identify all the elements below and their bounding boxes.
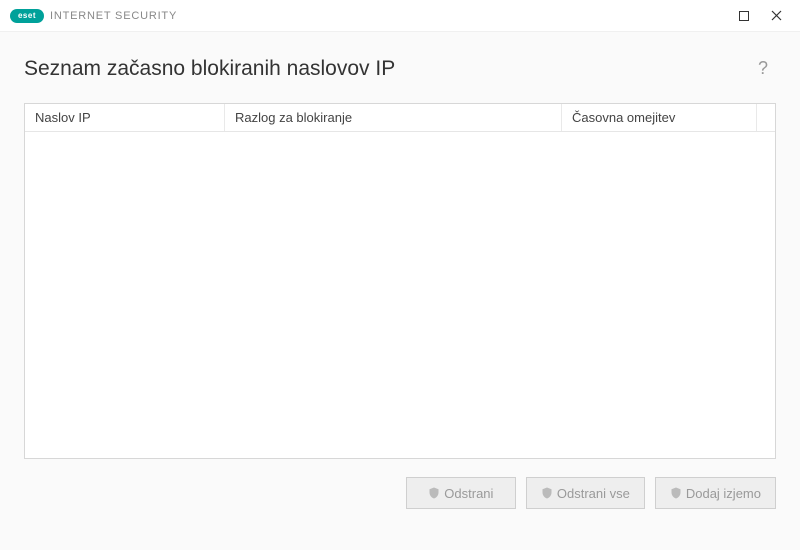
remove-all-button-label: Odstrani vse xyxy=(557,486,630,501)
shield-icon xyxy=(428,487,440,499)
column-header-reason[interactable]: Razlog za blokiranje xyxy=(225,104,562,131)
page-title: Seznam začasno blokiranih naslovov IP xyxy=(24,57,395,81)
column-header-gutter xyxy=(757,104,775,131)
remove-button[interactable]: Odstrani xyxy=(406,477,516,509)
maximize-icon xyxy=(739,11,749,21)
remove-button-label: Odstrani xyxy=(444,486,493,501)
titlebar: eset INTERNET SECURITY xyxy=(0,0,800,32)
maximize-button[interactable] xyxy=(728,2,760,30)
close-icon xyxy=(771,10,782,21)
footer: Odstrani Odstrani vse Dodaj izjemo xyxy=(0,459,800,509)
add-exception-button[interactable]: Dodaj izjemo xyxy=(655,477,776,509)
table-header: Naslov IP Razlog za blokiranje Časovna o… xyxy=(25,104,775,132)
blocked-ip-table: Naslov IP Razlog za blokiranje Časovna o… xyxy=(24,103,776,459)
help-icon: ? xyxy=(758,58,768,78)
table-body xyxy=(25,132,775,458)
help-button[interactable]: ? xyxy=(750,54,776,83)
column-header-ip[interactable]: Naslov IP xyxy=(25,104,225,131)
brand: eset INTERNET SECURITY xyxy=(10,9,177,23)
shield-icon xyxy=(541,487,553,499)
column-header-time[interactable]: Časovna omejitev xyxy=(562,104,757,131)
content: Naslov IP Razlog za blokiranje Časovna o… xyxy=(0,103,800,459)
close-button[interactable] xyxy=(760,2,792,30)
remove-all-button[interactable]: Odstrani vse xyxy=(526,477,645,509)
brand-logo: eset xyxy=(10,9,44,23)
shield-icon xyxy=(670,487,682,499)
add-exception-button-label: Dodaj izjemo xyxy=(686,486,761,501)
heading-row: Seznam začasno blokiranih naslovov IP ? xyxy=(0,32,800,103)
brand-text: INTERNET SECURITY xyxy=(50,10,177,22)
